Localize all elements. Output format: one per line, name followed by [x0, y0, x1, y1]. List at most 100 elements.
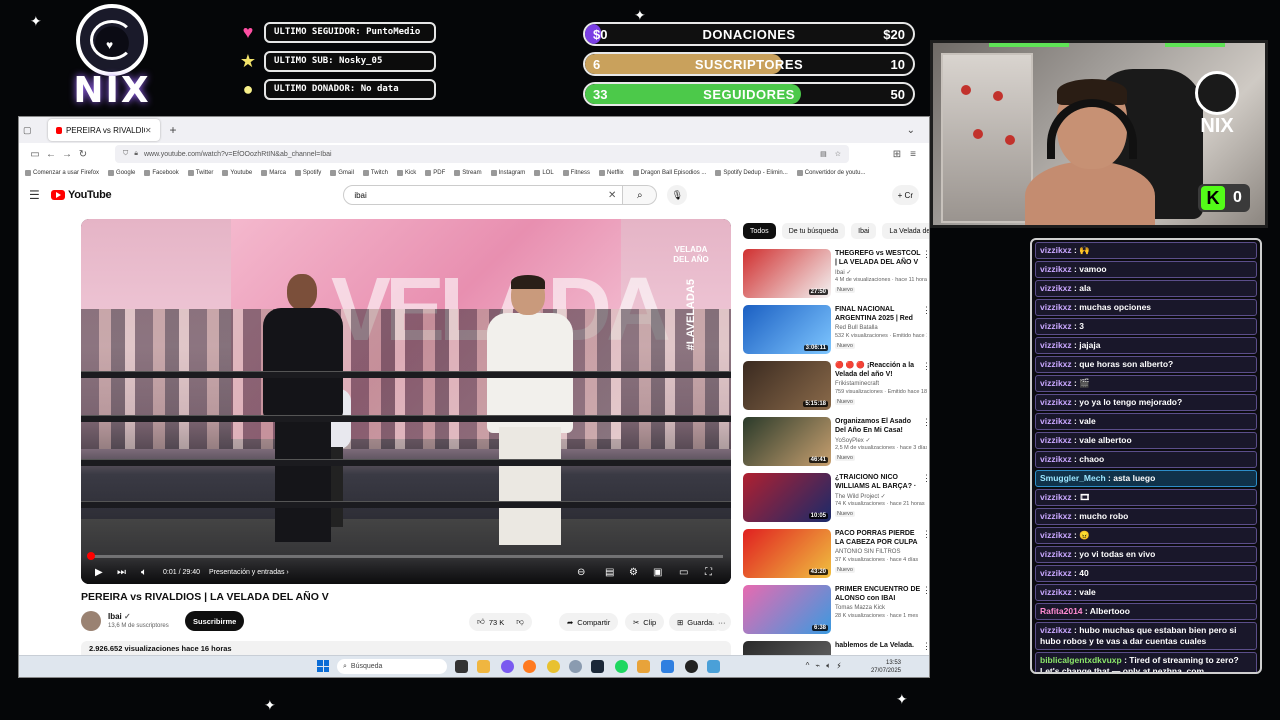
chat-username[interactable]: biblicalgentxdkvuxp: [1040, 655, 1122, 665]
filter-chip[interactable]: Todos: [743, 223, 776, 239]
autoplay-toggle-icon[interactable]: ⊖: [577, 567, 585, 578]
thumbs-down-icon[interactable]: 👎︎: [516, 617, 524, 627]
chat-username[interactable]: vizzikxz: [1040, 549, 1072, 559]
chat-username[interactable]: vizzikxz: [1040, 283, 1072, 293]
taskbar-clock[interactable]: 13:53 27/07/2025: [871, 659, 901, 675]
chat-username[interactable]: vizzikxz: [1040, 378, 1072, 388]
search-button[interactable]: ⌕: [623, 185, 658, 205]
miniplayer-icon[interactable]: ▣: [653, 567, 662, 578]
sidebar-icon[interactable]: ▭: [27, 149, 43, 160]
next-icon[interactable]: ⏭: [117, 567, 126, 578]
more-options-icon[interactable]: ⋮: [922, 473, 929, 484]
video-thumbnail[interactable]: 27:50: [743, 249, 831, 298]
bookmark-item[interactable]: Convertidor de youtu...: [796, 170, 865, 176]
video-title[interactable]: PRIMER ENCUENTRO DE ALONSO con IBAI: [835, 585, 923, 603]
create-button[interactable]: + Cr: [891, 185, 919, 205]
recommended-video[interactable]: 27:50 THEGREFG vs WESTCOL | LA VELADA DEL…: [743, 247, 929, 303]
reload-icon[interactable]: ↻: [75, 149, 91, 160]
chat-username[interactable]: vizzikxz: [1040, 454, 1072, 464]
subscribe-button[interactable]: Suscribirme: [185, 611, 245, 631]
video-title[interactable]: ¿TRAICIONÓ NICO WILLIAMS AL BARÇA? · Jor…: [835, 473, 923, 492]
app-icon[interactable]: [637, 660, 650, 673]
chat-username[interactable]: vizzikxz: [1040, 397, 1072, 407]
more-options-icon[interactable]: ⋮: [922, 361, 929, 372]
video-thumbnail[interactable]: 43:20: [743, 529, 831, 578]
chat-username[interactable]: vizzikxz: [1040, 511, 1072, 521]
chat-username[interactable]: vizzikxz: [1040, 492, 1072, 502]
theater-mode-icon[interactable]: ▭: [679, 567, 688, 578]
chat-panel[interactable]: vizzikxz : 🙌 vizzikxz : vamoo vizzikxz : a…: [1030, 238, 1262, 674]
video-thumbnail[interactable]: 5:15:18: [743, 361, 831, 410]
bookmark-item[interactable]: Instagram: [490, 170, 525, 176]
bookmark-item[interactable]: Fitness: [562, 170, 590, 176]
hamburger-menu-icon[interactable]: ☰: [29, 188, 51, 202]
task-view-icon[interactable]: [455, 660, 468, 673]
system-tray-icons[interactable]: ^⌁🔈︎⚡︎: [806, 661, 847, 671]
video-progress-bar[interactable]: [87, 552, 723, 560]
back-icon[interactable]: ←: [43, 149, 59, 160]
bookmark-item[interactable]: Kick: [396, 170, 416, 176]
video-title[interactable]: FINAL NACIONAL ARGENTINA 2025 | Red Bull…: [835, 305, 923, 324]
more-options-icon[interactable]: ⋮: [922, 305, 929, 316]
bookmark-item[interactable]: LOL: [534, 170, 554, 176]
recommended-video[interactable]: 6:38 PRIMER ENCUENTRO DE ALONSO con IBAI T…: [743, 583, 929, 639]
chat-username[interactable]: vizzikxz: [1040, 416, 1072, 426]
youtube-logo[interactable]: YouTube: [51, 189, 112, 201]
chat-username[interactable]: Rafita2014: [1040, 606, 1083, 616]
bookmark-item[interactable]: Twitch: [362, 170, 388, 176]
windows-start-icon[interactable]: [317, 660, 329, 672]
voice-search-button[interactable]: 🎙︎: [667, 185, 688, 205]
channel-name[interactable]: Red Bull Batalla: [835, 325, 878, 331]
chat-username[interactable]: vizzikxz: [1040, 359, 1072, 369]
volume-icon[interactable]: 🔈︎: [141, 567, 147, 578]
app-icon[interactable]: [569, 660, 582, 673]
calculator-icon[interactable]: [707, 660, 720, 673]
more-options-icon[interactable]: ⋮: [922, 417, 929, 428]
bookmark-item[interactable]: Gmail: [330, 170, 354, 176]
browser-tab[interactable]: PEREIRA vs RIVALDIOS | LA VEL ✕: [47, 119, 160, 141]
like-button[interactable]: 👍︎ 73 K 👎︎: [469, 613, 532, 631]
bookmark-item[interactable]: Marca: [261, 170, 286, 176]
video-title[interactable]: Organizamos El Asado Del Año En Mi Casa!: [835, 417, 923, 435]
bookmark-item[interactable]: Comenzar a usar Firefox: [25, 170, 99, 176]
clear-search-icon[interactable]: ✕: [608, 190, 616, 201]
app-menu-icon[interactable]: ≡: [905, 149, 921, 160]
bookmark-item[interactable]: Spotify Dedup - Elimin...: [715, 170, 788, 176]
more-options-icon[interactable]: ⋮: [922, 249, 929, 260]
chat-username[interactable]: vizzikxz: [1040, 625, 1072, 635]
chat-username[interactable]: vizzikxz: [1040, 435, 1072, 445]
more-options-icon[interactable]: ⋮: [922, 641, 929, 652]
chat-username[interactable]: vizzikxz: [1040, 321, 1072, 331]
new-tab-icon[interactable]: +: [170, 123, 177, 137]
settings-gear-icon[interactable]: ⚙: [629, 567, 638, 578]
bookmark-item[interactable]: Dragon Ball Episodios ...: [632, 170, 706, 176]
channel-name[interactable]: The Wild Project ✓: [835, 493, 886, 500]
list-tabs-icon[interactable]: ⌄: [907, 125, 915, 136]
bookmark-item[interactable]: Twitter: [187, 170, 213, 176]
video-title[interactable]: THEGREFG vs WESTCOL | LA VELADA DEL AÑO …: [835, 249, 923, 267]
file-explorer-icon[interactable]: [477, 660, 490, 673]
chat-username[interactable]: vizzikxz: [1040, 340, 1072, 350]
channel-name[interactable]: Ibai ✓: [108, 612, 131, 621]
bookmark-item[interactable]: Spotify: [294, 170, 321, 176]
filter-chip[interactable]: De tu búsqueda: [781, 223, 846, 239]
address-bar[interactable]: ⛉ 🔒︎ www.youtube.com/watch?v=EfOOozhRtIN…: [115, 145, 849, 163]
chat-username[interactable]: Smuggler_Mech: [1040, 473, 1106, 483]
firefox-icon[interactable]: [523, 660, 536, 673]
bookmark-item[interactable]: Google: [108, 170, 135, 176]
scrubber-handle[interactable]: [87, 552, 95, 560]
clip-button[interactable]: ✂ Clip: [625, 613, 665, 631]
share-button[interactable]: ➦ Compartir: [559, 613, 619, 631]
chat-username[interactable]: vizzikxz: [1040, 587, 1072, 597]
play-icon[interactable]: ▶: [95, 567, 103, 578]
filter-chip[interactable]: La Velada de: [882, 223, 929, 239]
chat-username[interactable]: vizzikxz: [1040, 245, 1072, 255]
more-options-icon[interactable]: ⋮: [922, 585, 929, 596]
subtitles-icon[interactable]: ▤: [605, 567, 614, 578]
steam-icon[interactable]: [591, 660, 604, 673]
bookmark-item[interactable]: Youtube: [222, 170, 252, 176]
video-thumbnail[interactable]: 10:05: [743, 473, 831, 522]
chat-username[interactable]: vizzikxz: [1040, 264, 1072, 274]
video-thumbnail[interactable]: 6:38: [743, 585, 831, 634]
extensions-icon[interactable]: ⊞: [889, 149, 905, 160]
